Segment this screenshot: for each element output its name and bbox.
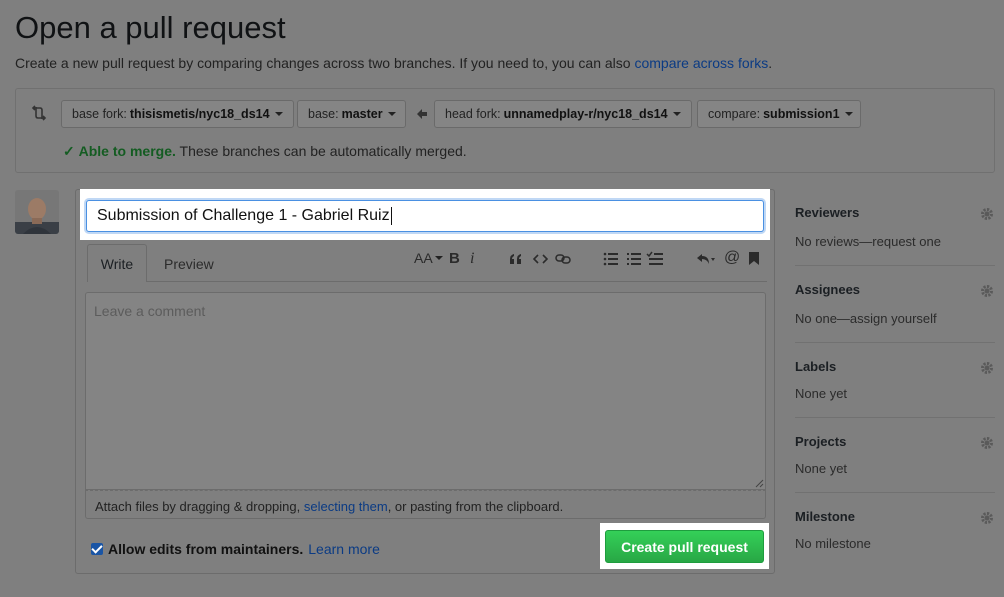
mention-icon: @ — [724, 249, 741, 266]
tabs-divider — [147, 281, 767, 282]
code-icon[interactable] — [533, 253, 548, 265]
compare-value: submission1 — [763, 107, 840, 121]
tab-preview[interactable]: Preview — [164, 256, 214, 272]
unordered-list-icon[interactable] — [603, 252, 618, 266]
reviewers-value: No reviews—request one — [795, 234, 941, 249]
head-fork-value: unnamedplay-r/nyc18_ds14 — [503, 107, 668, 121]
milestone-value: No milestone — [795, 536, 871, 551]
allow-edits-label: Allow edits from maintainers. — [108, 541, 304, 557]
gear-icon[interactable] — [980, 207, 994, 221]
page-subtitle: Create a new pull request by comparing c… — [15, 55, 772, 71]
chevron-down-icon — [274, 112, 283, 116]
resize-handle-icon[interactable] — [755, 479, 764, 488]
subtitle-text: Create a new pull request by comparing c… — [15, 55, 635, 71]
reply-icon[interactable] — [696, 252, 718, 266]
avatar — [15, 190, 59, 234]
base-fork-select[interactable]: base fork: thisismetis/nyc18_ds14 — [61, 100, 294, 128]
link-icon[interactable] — [555, 252, 571, 266]
assignees-value: No one—assign yourself — [795, 311, 937, 326]
page-title: Open a pull request — [15, 10, 286, 45]
base-value: master — [341, 107, 383, 121]
merge-status-text: These branches can be automatically merg… — [179, 143, 467, 159]
check-icon: ✓ — [63, 143, 75, 159]
attach-text-end: , or pasting from the clipboard. — [387, 499, 564, 514]
gear-icon[interactable] — [980, 511, 994, 525]
subtitle-end: . — [768, 55, 773, 71]
chevron-down-icon — [672, 112, 681, 116]
arrow-left-icon — [417, 109, 427, 119]
chevron-down-icon — [387, 112, 396, 116]
compare-across-forks-link[interactable]: compare across forks — [634, 55, 768, 71]
pr-title-value: Submission of Challenge 1 - Gabriel Ruiz — [97, 207, 390, 224]
projects-value: None yet — [795, 461, 848, 476]
mention-button[interactable]: @ — [724, 249, 740, 267]
compare-label: compare: — [708, 107, 761, 121]
learn-more-link[interactable]: Learn more — [308, 541, 380, 557]
ordered-list-icon[interactable] — [626, 252, 641, 266]
base-fork-label: base fork: — [72, 107, 127, 121]
base-label: base: — [308, 107, 339, 121]
quote-icon[interactable] — [509, 253, 523, 265]
allow-edits-row: Allow edits from maintainers. Learn more — [91, 541, 380, 557]
bookmark-icon[interactable] — [748, 251, 760, 266]
italic-icon: i — [470, 250, 475, 267]
gear-icon[interactable] — [980, 436, 994, 450]
header-text-button[interactable]: AA — [414, 250, 443, 266]
sidebar-divider — [795, 265, 995, 266]
merge-status: ✓ Able to merge. These branches can be a… — [63, 143, 467, 160]
head-fork-label: head fork: — [445, 107, 501, 121]
text-cursor — [390, 206, 392, 225]
compare-arrows-icon — [31, 105, 47, 121]
attach-files-area[interactable]: Attach files by dragging & dropping, sel… — [85, 490, 766, 519]
chevron-down-icon — [434, 256, 443, 260]
comment-placeholder: Leave a comment — [94, 303, 206, 319]
projects-heading[interactable]: Projects — [795, 434, 846, 449]
sidebar-divider — [795, 417, 995, 418]
tab-write[interactable]: Write — [87, 244, 147, 282]
base-branch-select[interactable]: base: master — [297, 100, 406, 128]
milestone-heading[interactable]: Milestone — [795, 509, 855, 524]
tab-write-label: Write — [100, 255, 134, 272]
chevron-down-icon — [844, 112, 853, 116]
tab-preview-label: Preview — [164, 256, 214, 272]
create-button-highlight: Create pull request — [600, 523, 769, 569]
allow-edits-checkbox[interactable] — [91, 543, 103, 555]
task-list-icon[interactable] — [646, 251, 663, 266]
sidebar-divider — [795, 492, 995, 493]
compare-branch-select[interactable]: compare: submission1 — [697, 100, 861, 128]
header-text-icon: AA — [414, 250, 433, 266]
base-fork-value: thisismetis/nyc18_ds14 — [129, 107, 270, 121]
assignees-heading[interactable]: Assignees — [795, 282, 860, 297]
selecting-them-link[interactable]: selecting them — [304, 499, 388, 514]
title-input-highlight: Submission of Challenge 1 - Gabriel Ruiz — [80, 189, 770, 240]
labels-heading[interactable]: Labels — [795, 359, 836, 374]
head-fork-select[interactable]: head fork: unnamedplay-r/nyc18_ds14 — [434, 100, 692, 128]
gear-icon[interactable] — [980, 361, 994, 375]
reviewers-heading[interactable]: Reviewers — [795, 205, 859, 220]
attach-text: Attach files by dragging & dropping, — [95, 499, 304, 514]
italic-button[interactable]: i — [470, 250, 474, 268]
bold-icon: B — [449, 250, 460, 267]
gear-icon[interactable] — [980, 284, 994, 298]
labels-value: None yet — [795, 386, 848, 401]
comment-textarea[interactable] — [85, 292, 766, 490]
branch-range-editor: base fork: thisismetis/nyc18_ds14 base: ma… — [15, 88, 995, 173]
create-button-label: Create pull request — [621, 538, 748, 555]
sidebar-divider — [795, 342, 995, 343]
bold-button[interactable]: B — [449, 250, 460, 267]
pr-title-input[interactable]: Submission of Challenge 1 - Gabriel Ruiz — [86, 200, 764, 232]
merge-status-label: Able to merge. — [78, 143, 176, 159]
create-pull-request-button[interactable]: Create pull request — [605, 530, 764, 563]
